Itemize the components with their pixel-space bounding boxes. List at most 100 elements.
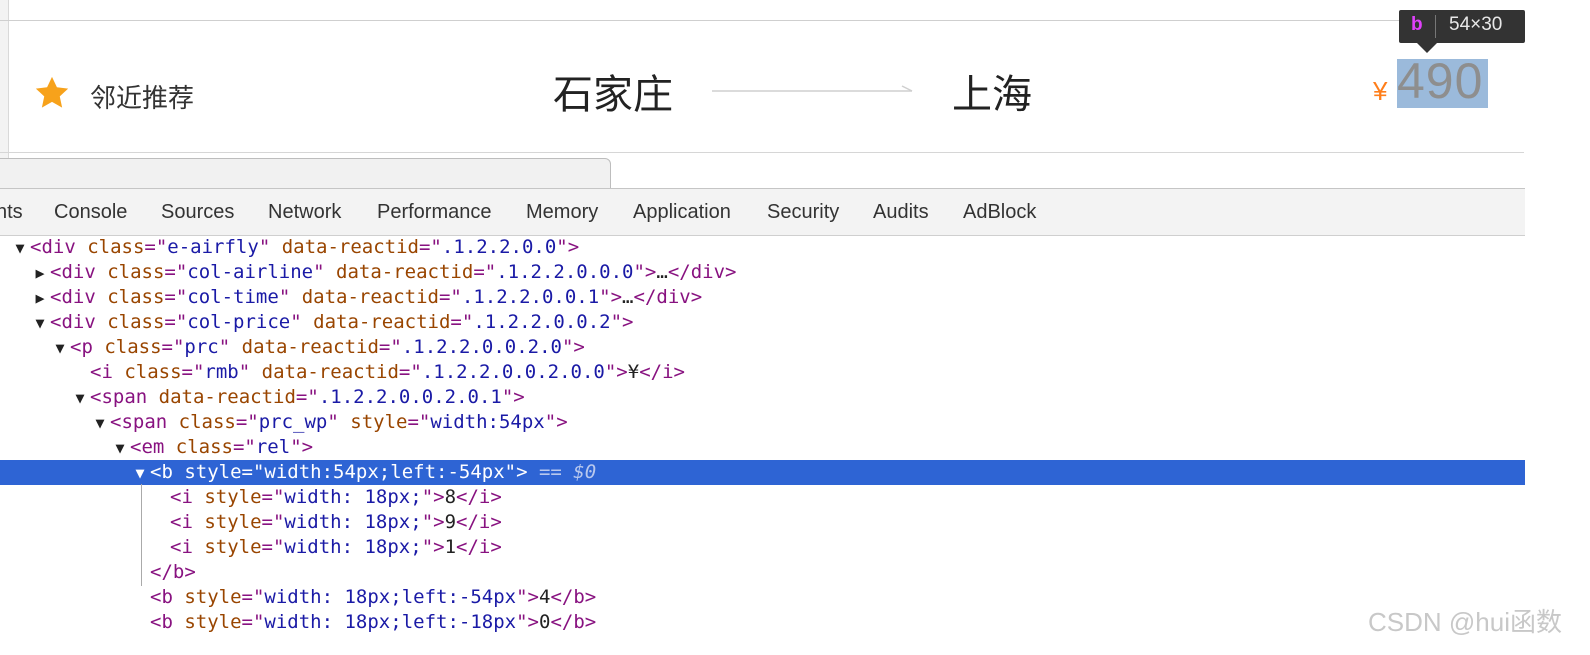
tree-node[interactable]: ▼ <div class="e-airfly" data-reactid=".1.… [0, 235, 1525, 260]
code-token: 1 [444, 536, 457, 558]
divider [0, 152, 1524, 153]
tab-adblock[interactable]: AdBlock [963, 201, 1036, 224]
code-token: =" [164, 311, 188, 333]
collapse-triangle-icon[interactable]: ▼ [110, 436, 130, 461]
inspect-tooltip: b 54×30 [1399, 10, 1525, 53]
tab-memory[interactable]: Memory [526, 201, 598, 224]
code-token: "> [421, 511, 445, 533]
code-token: data-reactid [336, 261, 474, 283]
tab-security[interactable]: Security [767, 201, 839, 224]
collapse-triangle-icon[interactable]: ▼ [90, 411, 110, 436]
collapse-triangle-icon[interactable]: ▼ [130, 461, 150, 486]
code-token: <p [70, 336, 105, 358]
code-token: =" [164, 261, 188, 283]
tree-node[interactable]: ▼ <span data-reactid=".1.2.2.0.0.2.0.1"> [0, 385, 1525, 410]
code-token: "> [516, 611, 539, 633]
tree-node-selected[interactable]: ▼ <b style="width:54px;left:-54px"> == $0 [0, 460, 1525, 485]
code-token: .1.2.2.0.0.2.0.0 [421, 361, 605, 383]
code-token: class [107, 286, 165, 308]
code-token: </b> [150, 561, 196, 583]
code-token: class [175, 436, 233, 458]
code-token: ¥ [627, 361, 640, 383]
tree-node[interactable]: ▶ <div class="col-airline" data-reactid="… [0, 260, 1525, 285]
price-value: 490 [1397, 53, 1484, 109]
code-token: " [258, 236, 282, 258]
code-token: <b [150, 611, 185, 633]
tree-node[interactable]: ▼ <span class="prc_wp" style="width:54px"… [0, 410, 1525, 435]
origin-city: 石家庄 [553, 73, 673, 117]
tree-node[interactable]: <b style="width: 18px;left:-18px">0</b> [0, 610, 1525, 635]
tree-node[interactable]: ▼ <div class="col-price" data-reactid=".1… [0, 310, 1525, 335]
code-token: .1.2.2.0.0 [441, 236, 557, 258]
tree-node[interactable]: ▼ <p class="prc" data-reactid=".1.2.2.0.0… [0, 335, 1525, 360]
code-token: .1.2.2.0.0.2.0 [401, 336, 562, 358]
code-token: <div [50, 261, 108, 283]
code-token: .1.2.2.0.0.0 [496, 261, 634, 283]
code-token: col-price [187, 311, 291, 333]
code-token: =" [261, 486, 285, 508]
code-token: =" [232, 436, 256, 458]
code-token: "> [501, 386, 525, 408]
code-token: " [290, 311, 314, 333]
code-token: … [622, 286, 634, 308]
code-token: "> [421, 486, 445, 508]
code-token: class [124, 361, 182, 383]
code-token: .1.2.2.0.0.1 [461, 286, 600, 308]
tree-node[interactable]: <i class="rmb" data-reactid=".1.2.2.0.0.… [0, 360, 1525, 385]
code-token: .1.2.2.0.0.2 [473, 311, 611, 333]
tree-node[interactable]: <i style="width: 18px;">9</i> [0, 510, 1525, 535]
collapse-triangle-icon[interactable]: ▼ [50, 336, 70, 361]
collapse-triangle-icon[interactable]: ▼ [30, 311, 50, 336]
code-token: col-airline [187, 261, 314, 283]
tab-network[interactable]: Network [268, 201, 341, 224]
code-token: class [178, 411, 236, 433]
tab-nts[interactable]: nts [0, 201, 23, 224]
destination-city: 上海 [952, 73, 1032, 117]
code-token: prc [184, 336, 219, 358]
code-token: "> [599, 286, 623, 308]
tree-node[interactable]: ▶ <div class="col-time" data-reactid=".1.… [0, 285, 1525, 310]
code-token: </i> [456, 486, 502, 508]
tab-performance[interactable]: Performance [377, 201, 492, 224]
code-token: 0 [538, 611, 551, 633]
tab-sources[interactable]: Sources [161, 201, 234, 224]
devtools-resize-handle[interactable] [0, 158, 611, 189]
code-token: rmb [204, 361, 239, 383]
page-left-edge [0, 0, 9, 160]
code-token: =" [438, 286, 462, 308]
code-token: … [656, 261, 668, 283]
code-token: " [218, 336, 242, 358]
tree-guide-line [141, 484, 142, 586]
code-token: <i [90, 361, 125, 383]
tree-node[interactable]: <i style="width: 18px;">8</i> [0, 485, 1525, 510]
tree-node[interactable]: <i style="width: 18px;">1</i> [0, 535, 1525, 560]
code-token: <i [170, 536, 205, 558]
code-token: style [184, 461, 242, 483]
tab-audits[interactable]: Audits [873, 201, 929, 224]
tab-console[interactable]: Console [54, 201, 127, 224]
code-token: =" [181, 361, 205, 383]
code-token: style [184, 586, 242, 608]
code-token: <em [130, 436, 176, 458]
code-token: "> [633, 261, 657, 283]
code-token: " [278, 286, 302, 308]
code-token: =" [161, 336, 185, 358]
tab-application[interactable]: Application [633, 201, 731, 224]
expand-triangle-icon[interactable]: ▶ [30, 286, 50, 311]
collapse-triangle-icon[interactable]: ▼ [70, 386, 90, 411]
tree-node[interactable]: </b> [0, 560, 1525, 585]
code-token: =" [261, 511, 285, 533]
tree-node[interactable]: ▼ <em class="rel"> [0, 435, 1525, 460]
tree-node[interactable]: <b style="width: 18px;left:-54px">4</b> [0, 585, 1525, 610]
code-token: <i [170, 511, 205, 533]
code-token: =" [473, 261, 497, 283]
code-token: 4 [538, 586, 551, 608]
code-token: data-reactid [158, 386, 296, 408]
code-token: =" [241, 586, 265, 608]
code-token: data-reactid [261, 361, 399, 383]
collapse-triangle-icon[interactable]: ▼ [10, 236, 30, 261]
selected-node-marker: == $0 [527, 461, 597, 483]
code-token: "> [516, 586, 539, 608]
expand-triangle-icon[interactable]: ▶ [30, 261, 50, 286]
code-token: rel [255, 436, 291, 458]
